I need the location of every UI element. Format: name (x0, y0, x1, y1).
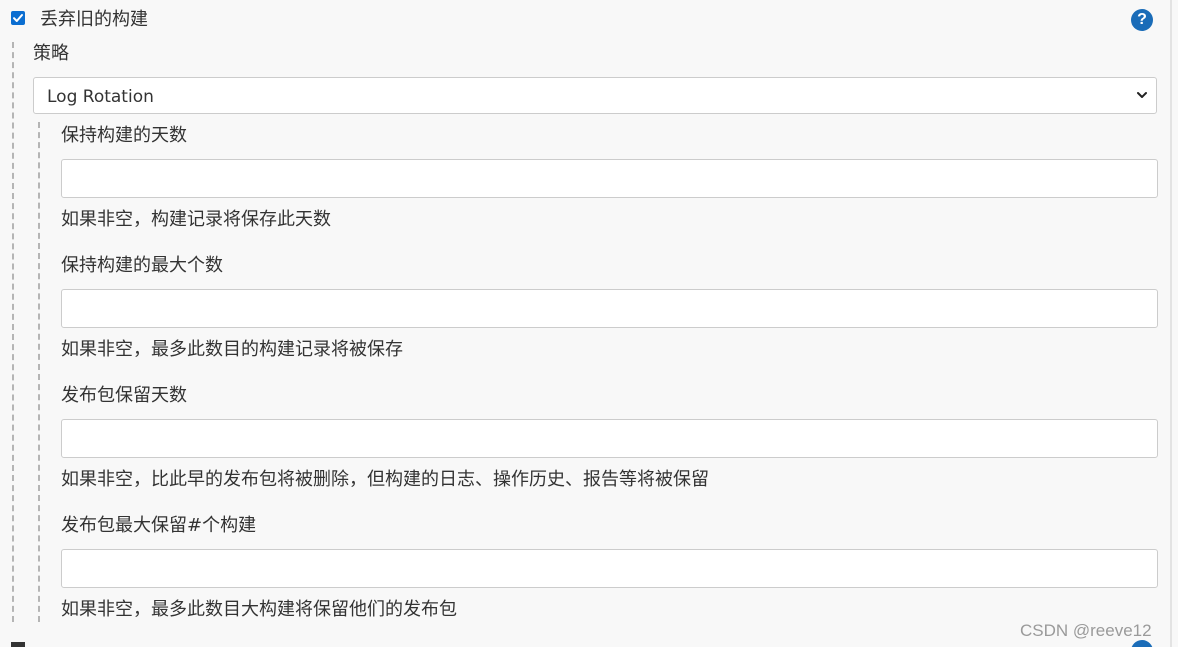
days-to-keep-help: 如果非空，构建记录将保存此天数 (61, 209, 331, 230)
outer-section-divider (12, 42, 14, 622)
days-to-keep-label: 保持构建的天数 (61, 125, 187, 146)
watermark: CSDN @reeve12 (1020, 621, 1152, 640)
days-to-keep-input[interactable] (61, 159, 1158, 198)
next-option-checkbox[interactable] (11, 642, 25, 647)
artifact-days-input[interactable] (61, 419, 1158, 458)
help-icon[interactable]: ? (1131, 9, 1153, 31)
chevron-down-icon (1137, 92, 1147, 98)
strategy-select-value: Log Rotation (47, 87, 154, 107)
panel-border (1170, 0, 1172, 647)
strategy-label: 策略 (33, 43, 69, 64)
inner-section-divider (38, 122, 40, 622)
artifact-days-label: 发布包保留天数 (61, 385, 187, 406)
checkmark-icon (13, 14, 23, 22)
max-builds-help: 如果非空，最多此数目的构建记录将被保存 (61, 339, 403, 360)
strategy-select[interactable]: Log Rotation (33, 77, 1157, 114)
artifact-max-builds-help: 如果非空，最多此数目大构建将保留他们的发布包 (61, 599, 457, 620)
artifact-max-builds-input[interactable] (61, 549, 1158, 588)
artifact-days-help: 如果非空，比此早的发布包将被删除，但构建的日志、操作历史、报告等将被保留 (61, 469, 709, 490)
discard-old-builds-panel: 丢弃旧的构建 ? 策略 Log Rotation 保持构建的天数 如果非空，构建… (0, 0, 1178, 647)
max-builds-input[interactable] (61, 289, 1158, 328)
artifact-max-builds-label: 发布包最大保留#个构建 (61, 515, 257, 536)
discard-old-builds-checkbox[interactable] (11, 11, 25, 25)
discard-old-builds-label: 丢弃旧的构建 (40, 9, 148, 30)
max-builds-label: 保持构建的最大个数 (61, 255, 223, 276)
